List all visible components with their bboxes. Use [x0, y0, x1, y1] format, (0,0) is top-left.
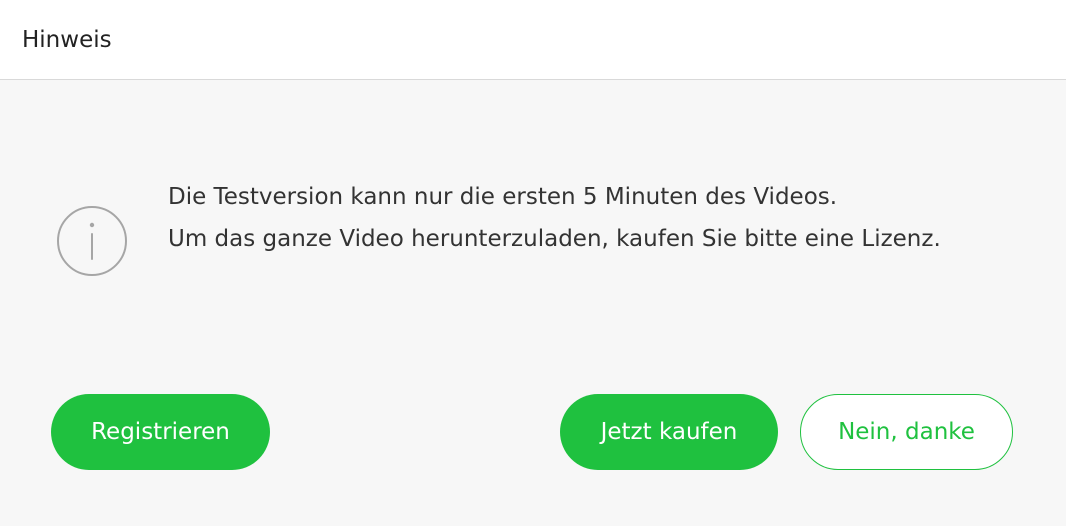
no-thanks-button[interactable]: Nein, danke [800, 394, 1013, 470]
dialog-message: Die Testversion kann nur die ersten 5 Mi… [168, 176, 1028, 260]
message-line-2: Um das ganze Video herunterzuladen, kauf… [168, 226, 941, 252]
register-button[interactable]: Registrieren [51, 394, 270, 470]
notice-dialog: Hinweis Die Testversion kann nur die ers… [0, 0, 1066, 526]
dialog-title: Hinweis [22, 27, 112, 53]
buy-now-button[interactable]: Jetzt kaufen [560, 394, 778, 470]
message-line-1: Die Testversion kann nur die ersten 5 Mi… [168, 184, 838, 210]
info-icon [57, 206, 127, 276]
dialog-titlebar: Hinweis [0, 0, 1066, 80]
